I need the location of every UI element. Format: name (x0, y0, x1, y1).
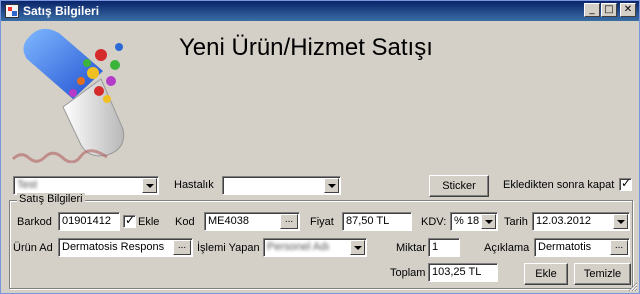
window-title: Satış Bilgileri (23, 4, 100, 18)
client-area: Yeni Ürün/Hizmet Satışı Test Hastalık St… (1, 21, 639, 293)
dropdown-arrow-icon[interactable] (481, 214, 496, 229)
ekle-checkbox-label: Ekle (138, 216, 160, 228)
aciklama-input[interactable]: Dermatotis ... (534, 238, 630, 257)
temizle-button[interactable]: Temizle (574, 263, 631, 285)
aciklama-value: Dermatotis (538, 241, 592, 253)
dropdown-arrow-icon[interactable] (324, 178, 339, 193)
barkod-input[interactable]: 01901412 (58, 212, 120, 231)
sales-window: Satış Bilgileri _ □ ✕ Yeni Ürün/Hizmet S… (0, 0, 640, 294)
urun-ad-label: Ürün Ad (13, 242, 53, 254)
page-heading: Yeni Ürün/Hizmet Satışı (179, 34, 433, 61)
signature-image (11, 149, 108, 163)
sticker-button[interactable]: Sticker (429, 175, 489, 197)
kdv-combo[interactable]: % 18 (450, 212, 498, 231)
barkod-label: Barkod (17, 216, 52, 228)
fiyat-label: Fiyat (310, 216, 334, 228)
title-bar: Satış Bilgileri _ □ ✕ (1, 1, 639, 21)
tarih-label: Tarih (504, 216, 528, 228)
aciklama-label: Açıklama (484, 242, 530, 254)
urun-ad-input[interactable]: Dermatosis Respons ... (58, 238, 193, 257)
fiyat-input[interactable]: 87,50 TL (342, 212, 412, 231)
capsule-logo (23, 28, 125, 157)
ekle-button[interactable]: Ekle (524, 263, 568, 285)
kdv-value: % 18 (454, 215, 480, 227)
islemi-yapan-value: Personel Adı (267, 241, 330, 253)
kod-browse-button[interactable]: ... (280, 214, 298, 229)
urun-ad-value: Dermatosis Respons (62, 241, 165, 253)
barkod-value: 01901412 (62, 215, 111, 227)
miktar-value: 1 (432, 241, 439, 253)
close-after-add-label: Ekledikten sonra kapat (503, 179, 615, 191)
kod-label: Kod (175, 216, 195, 228)
minimize-button[interactable]: _ (584, 3, 600, 17)
ekle-checkbox[interactable]: ✓ (123, 213, 136, 228)
urun-browse-button[interactable]: ... (173, 240, 191, 255)
tarih-value: 12.03.2012 (536, 215, 592, 227)
group-title: Satış Bilgileri (17, 193, 85, 205)
customer-value: Test (17, 179, 38, 191)
kod-input[interactable]: ME4038 ... (204, 212, 300, 231)
miktar-label: Miktar (396, 242, 426, 254)
aciklama-browse-button[interactable]: ... (610, 240, 628, 255)
kdv-label: KDV: (421, 216, 447, 228)
islemi-yapan-combo[interactable]: Personel Adı (263, 238, 367, 257)
toplam-input[interactable]: 103,25 TL (428, 263, 498, 282)
islemi-yapan-label: İşlemi Yapan (197, 242, 260, 254)
close-after-add-checkbox[interactable]: ✓ (619, 176, 632, 191)
size-grip-icon[interactable] (626, 280, 638, 292)
fiyat-value: 87,50 TL (346, 215, 390, 227)
toplam-value: 103,25 TL (432, 266, 482, 278)
kod-value: ME4038 (208, 215, 249, 227)
app-icon (5, 4, 19, 18)
check-icon: ✓ (621, 176, 632, 190)
close-button[interactable]: ✕ (620, 3, 636, 17)
hastalik-combo[interactable] (222, 176, 341, 195)
dropdown-arrow-icon[interactable] (142, 178, 157, 193)
miktar-input[interactable]: 1 (428, 238, 460, 257)
dropdown-arrow-icon[interactable] (350, 240, 365, 255)
tarih-datepicker[interactable]: 12.03.2012 (532, 212, 630, 231)
hastalik-label: Hastalık (174, 179, 214, 191)
check-icon: ✓ (125, 213, 136, 227)
toplam-label: Toplam (390, 267, 426, 279)
maximize-button[interactable]: □ (601, 3, 617, 17)
dropdown-arrow-icon[interactable] (613, 214, 628, 229)
